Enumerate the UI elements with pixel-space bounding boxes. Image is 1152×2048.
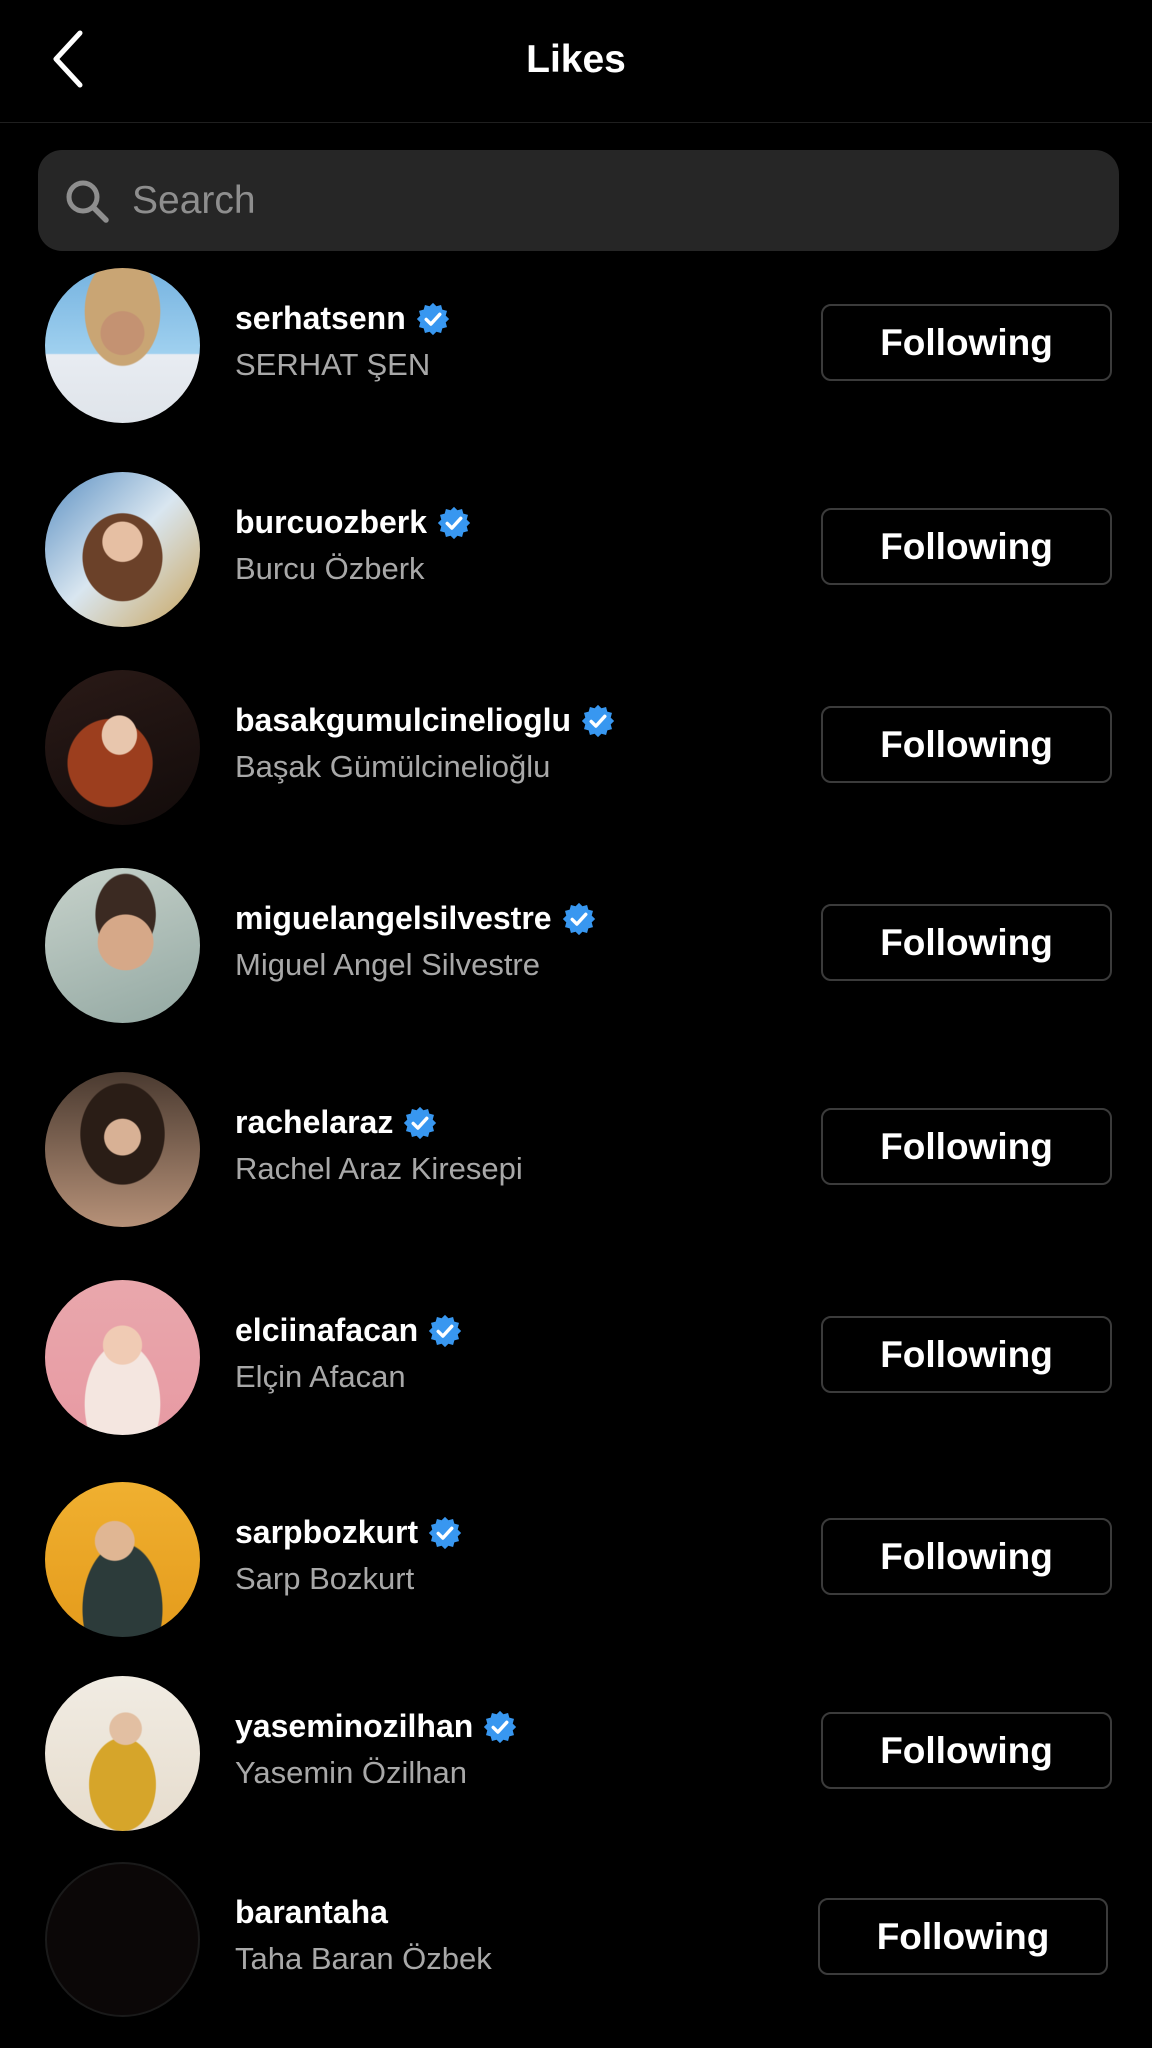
full-name: Burcu Özberk: [235, 551, 425, 586]
full-name: Başak Gümülcinelioğlu: [235, 749, 551, 784]
following-button[interactable]: Following: [821, 304, 1112, 381]
username[interactable]: burcuozberk: [235, 504, 471, 541]
avatar[interactable]: [45, 268, 200, 423]
username-text: yaseminozilhan: [235, 1708, 474, 1744]
username[interactable]: miguelangelsilvestre: [235, 900, 596, 937]
verified-badge-icon: [484, 1710, 517, 1743]
username-text: elciinafacan: [235, 1312, 419, 1348]
username-text: sarpbozkurt: [235, 1514, 419, 1550]
verified-badge-icon: [429, 1314, 462, 1347]
full-name: Taha Baran Özbek: [235, 1941, 492, 1976]
username-text: serhatsenn: [235, 300, 406, 336]
full-name: Miguel Angel Silvestre: [235, 947, 540, 982]
avatar[interactable]: [45, 1862, 200, 2017]
following-button[interactable]: Following: [818, 1898, 1108, 1975]
avatar[interactable]: [45, 1280, 200, 1435]
header: Likes: [0, 0, 1152, 123]
username-text: miguelangelsilvestre: [235, 900, 552, 936]
user-row[interactable]: basakgumulcinelioglu Başak Gümülcinelioğl…: [0, 655, 1152, 825]
username[interactable]: serhatsenn: [235, 300, 450, 337]
following-button[interactable]: Following: [821, 1316, 1112, 1393]
username-text: rachelaraz: [235, 1104, 394, 1140]
verified-badge-icon: [428, 1516, 462, 1549]
username[interactable]: elciinafacan: [235, 1312, 462, 1349]
following-button[interactable]: Following: [821, 508, 1112, 585]
user-row[interactable]: serhatsenn SERHAT ŞEN Following: [0, 253, 1152, 423]
search-bar[interactable]: [38, 150, 1119, 251]
user-row[interactable]: barantaha Taha Baran Özbek Following: [0, 1847, 1152, 2017]
username[interactable]: yaseminozilhan: [235, 1708, 517, 1745]
full-name: Yasemin Özilhan: [235, 1755, 468, 1790]
avatar[interactable]: [45, 472, 200, 627]
search-icon: [66, 180, 109, 223]
avatar[interactable]: [45, 670, 200, 825]
search-input[interactable]: [130, 169, 1119, 232]
following-button[interactable]: Following: [821, 1108, 1112, 1185]
verified-badge-icon: [416, 302, 449, 335]
verified-badge-icon: [404, 1106, 437, 1139]
verified-badge-icon: [437, 506, 471, 539]
avatar[interactable]: [45, 1676, 200, 1831]
following-button[interactable]: Following: [821, 1712, 1112, 1789]
username[interactable]: rachelaraz: [235, 1104, 437, 1141]
full-name: SERHAT ŞEN: [235, 347, 431, 382]
user-row[interactable]: miguelangelsilvestre Miguel Angel Silvest…: [0, 853, 1152, 1023]
username[interactable]: basakgumulcinelioglu: [235, 702, 615, 739]
verified-badge-icon: [581, 704, 615, 737]
page-title: Likes: [526, 38, 626, 81]
username[interactable]: sarpbozkurt: [235, 1514, 462, 1551]
username-text: burcuozberk: [235, 504, 428, 540]
user-row[interactable]: burcuozberk Burcu Özberk Following: [0, 457, 1152, 627]
avatar[interactable]: [45, 1482, 200, 1637]
following-button[interactable]: Following: [821, 904, 1112, 981]
avatar[interactable]: [45, 1072, 200, 1227]
user-row[interactable]: sarpbozkurt Sarp Bozkurt Following: [0, 1467, 1152, 1637]
following-button[interactable]: Following: [821, 706, 1112, 783]
avatar[interactable]: [45, 868, 200, 1023]
full-name: Sarp Bozkurt: [235, 1561, 415, 1596]
verified-badge-icon: [562, 902, 595, 935]
user-row[interactable]: rachelaraz Rachel Araz Kiresepi Following: [0, 1057, 1152, 1227]
user-row[interactable]: elciinafacan Elçin Afacan Following: [0, 1265, 1152, 1435]
following-button[interactable]: Following: [821, 1518, 1112, 1595]
username-text: barantaha: [235, 1894, 388, 1930]
full-name: Elçin Afacan: [235, 1359, 406, 1394]
username-text: basakgumulcinelioglu: [235, 702, 572, 738]
user-row[interactable]: yaseminozilhan Yasemin Özilhan Following: [0, 1661, 1152, 1831]
full-name: Rachel Araz Kiresepi: [235, 1151, 523, 1186]
username[interactable]: barantaha: [235, 1894, 388, 1931]
